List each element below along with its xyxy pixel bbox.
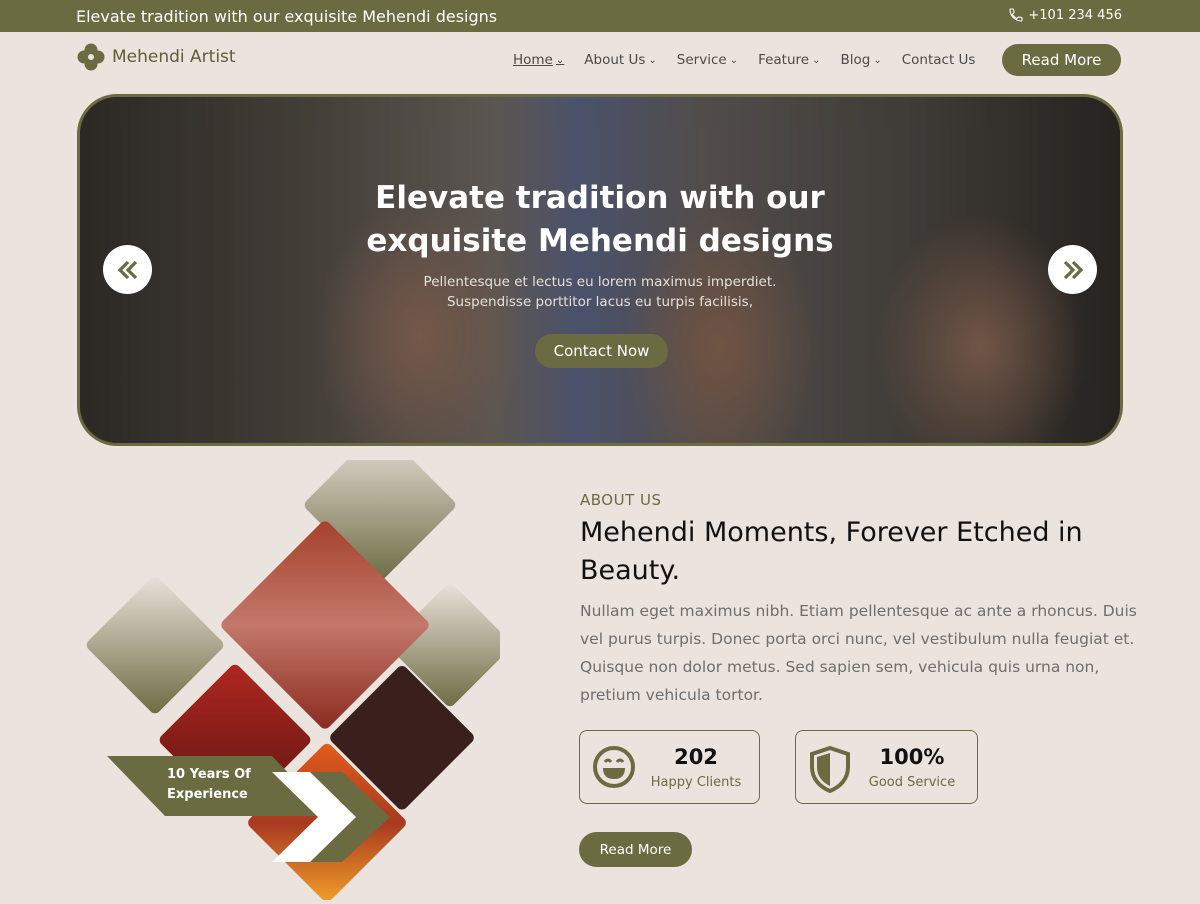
nav-label: Home [513,52,553,68]
nav-item-contact-us[interactable]: Contact Us [902,52,976,68]
stat-label: Good Service [868,775,956,790]
experience-badge-text: 10 Years Of Experience [167,765,251,805]
nav-item-about-us[interactable]: About Us ⌄ [584,52,657,68]
phone-number: +101 234 456 [1028,7,1122,23]
logo[interactable]: Mehendi Artist [76,42,236,72]
shield-icon [810,745,850,793]
about-title: Mehendi Moments, Forever Etched in Beaut… [580,517,1083,586]
header-read-more-button[interactable]: Read More [1002,44,1121,76]
chevron-down-icon: ⌄ [812,54,821,66]
chevron-down-icon: ⌄ [729,54,739,66]
hero-subtitle: Pellentesque et lectus eu lorem maximus … [80,272,1120,312]
badge-line1: 10 Years Of [167,767,251,782]
about-section-label: ABOUT US [580,491,662,509]
nav-label: About Us [584,52,646,68]
stat-value: 202 [674,745,718,769]
nav-item-feature[interactable]: Feature ⌄ [758,52,820,68]
stat-value: 100% [879,745,945,769]
nav-item-blog[interactable]: Blog ⌄ [840,52,881,68]
hero-slider: Elevate tradition with our exquisite Meh… [77,94,1123,446]
hero-overlay [80,97,1120,443]
hero-title-line2: exquisite Mehendi designs [366,223,834,259]
nav-label: Service [676,52,727,68]
hero-title: Elevate tradition with our exquisite Meh… [80,177,1120,263]
contact-now-button[interactable]: Contact Now [535,334,668,368]
site-header: Mehendi Artist Home ⌄ About Us ⌄ Service… [0,32,1200,92]
stat-card-good-service: 100% Good Service [795,730,978,804]
slider-next-button[interactable] [1048,245,1097,294]
collage-graphic [86,429,512,902]
nav-label: Feature [758,52,810,68]
smile-icon [593,746,635,788]
slider-prev-button[interactable] [103,245,152,294]
top-bar: Elevate tradition with our exquisite Meh… [0,0,1200,32]
main-nav: Home ⌄ About Us ⌄ Service ⌄ Feature ⌄ Bl… [513,52,995,68]
phone-icon [1009,8,1023,22]
phone-contact[interactable]: +101 234 456 [1008,7,1122,23]
badge-line2: Experience [167,787,248,802]
double-chevron-left-icon [117,260,137,279]
flower-logo-icon [77,43,105,71]
about-description: Nullam eget maximus nibh. Etiam pellente… [580,602,1137,704]
about-read-more-button[interactable]: Read More [579,832,692,867]
stat-card-happy-clients: 202 Happy Clients [579,730,760,804]
top-tagline: Elevate tradition with our exquisite Meh… [76,7,498,26]
nav-label: Blog [840,52,871,68]
chevron-down-icon: ⌄ [873,54,882,66]
nav-label: Contact Us [901,52,976,68]
stat-label: Happy Clients [650,775,742,790]
double-chevron-right-icon [1063,260,1083,279]
hero-title-line1: Elevate tradition with our [375,180,825,216]
chevron-down-icon: ⌄ [648,54,657,66]
hero-sub-line2: Suspendisse porttitor lacus eu turpis fa… [446,294,754,310]
chevron-down-icon: ⌄ [555,54,565,66]
logo-text: Mehendi Artist [112,47,236,67]
nav-item-home[interactable]: Home ⌄ [513,52,564,68]
nav-item-service[interactable]: Service ⌄ [677,52,738,68]
hero-sub-line1: Pellentesque et lectus eu lorem maximus … [423,274,777,290]
about-image-collage: 10 Years Of Experience [80,429,512,902]
